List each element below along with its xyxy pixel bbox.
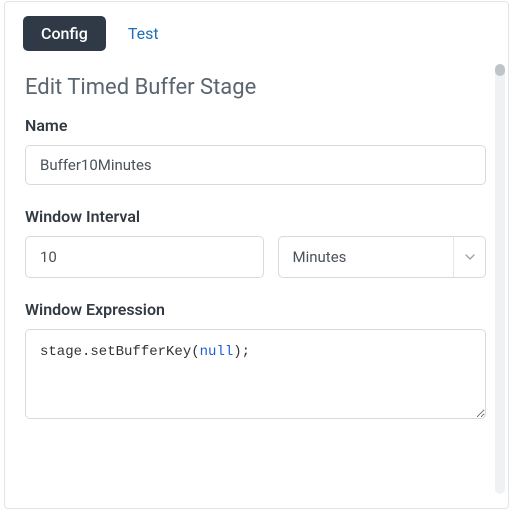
name-label: Name [25,116,486,135]
interval-row: Minutes [25,236,486,278]
expression-editor[interactable]: stage.setBufferKey(null); [25,329,486,419]
code-token-suffix: ); [233,344,250,360]
scrollbar-thumb[interactable] [495,64,505,76]
tab-bar: Config Test [5,2,508,61]
config-panel: Config Test Edit Timed Buffer Stage Name… [4,1,509,509]
content: Edit Timed Buffer Stage Name Window Inte… [5,61,508,508]
field-name: Name [25,116,486,185]
content-wrap: Edit Timed Buffer Stage Name Window Inte… [5,61,508,508]
interval-unit-value: Minutes [279,237,454,277]
expression-label: Window Expression [25,300,486,319]
tab-test[interactable]: Test [124,16,163,51]
chevron-down-icon [453,237,485,277]
code-token-prefix: stage.setBufferKey( [40,344,200,360]
tab-config[interactable]: Config [23,16,106,51]
name-input[interactable] [25,145,486,185]
code-token-null: null [200,344,234,360]
page-title: Edit Timed Buffer Stage [25,75,486,100]
interval-unit-select[interactable]: Minutes [278,236,487,278]
field-interval: Window Interval Minutes [25,207,486,278]
interval-label: Window Interval [25,207,486,226]
interval-value-input[interactable] [25,236,264,278]
scrollbar-track[interactable] [495,64,505,494]
field-expression: Window Expression stage.setBufferKey(nul… [25,300,486,419]
